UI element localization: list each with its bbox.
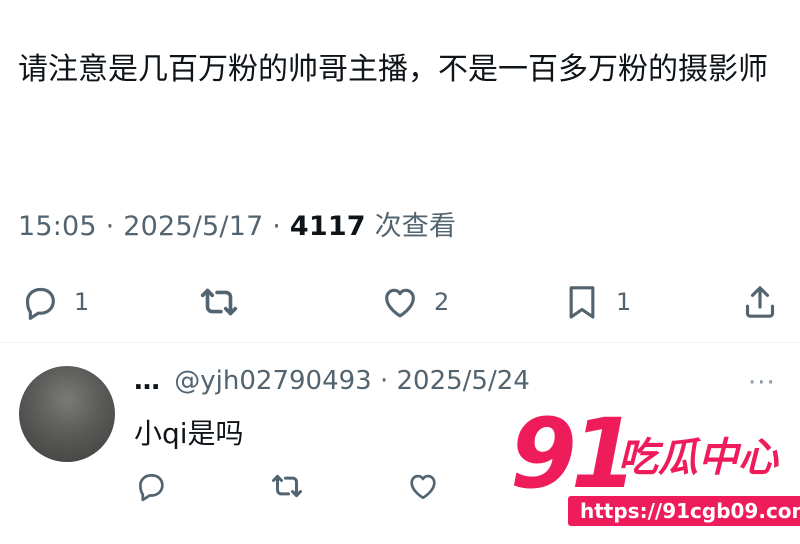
reply-count: 1 (74, 288, 90, 316)
bookmark-button[interactable]: 1 (562, 272, 631, 332)
like-icon (410, 474, 436, 500)
more-options-icon[interactable]: ··· (748, 368, 776, 398)
meta-separator: · (105, 211, 115, 242)
reply-button[interactable]: 1 (20, 272, 89, 332)
reply-header: … @yjh02790493 · 2025/5/24 (134, 366, 530, 396)
share-button[interactable] (740, 272, 780, 332)
share-icon (745, 286, 775, 318)
reply-action-bar (0, 464, 800, 508)
post-meta: 15:05 · 2025/5/17 · 4117 次查看 (18, 204, 456, 243)
repost-button[interactable] (196, 272, 256, 332)
post-date[interactable]: 2025/5/17 (123, 211, 263, 242)
like-count: 2 (434, 288, 450, 316)
meta-separator: · (272, 211, 282, 242)
repost-icon (272, 474, 302, 498)
reply-handle[interactable]: @yjh02790493 (174, 366, 371, 396)
reply-separator: · (379, 366, 389, 396)
reply-reply-button[interactable] (134, 464, 168, 508)
reply-date[interactable]: 2025/5/24 (397, 366, 530, 396)
reply-icon (25, 287, 55, 320)
post-time: 15:05 (18, 211, 97, 242)
view-label: 次查看 (374, 211, 457, 242)
like-icon (385, 288, 415, 318)
like-button[interactable]: 2 (380, 272, 449, 332)
repost-icon (200, 288, 238, 316)
avatar[interactable] (19, 366, 115, 462)
bookmark-icon (569, 286, 595, 319)
reply-repost-button[interactable] (268, 464, 306, 508)
reply-like-button[interactable] (406, 464, 440, 508)
view-count: 4117 (289, 211, 366, 242)
reply-text: 小qi是吗 (134, 417, 244, 450)
post-text: 请注意是几百万粉的帅哥主播，不是一百多万粉的摄影师 (18, 52, 768, 87)
bookmark-count: 1 (616, 288, 632, 316)
reply-icon (139, 474, 164, 502)
post-action-bar: 1 2 1 (0, 272, 800, 332)
reply-display-name[interactable]: … (134, 366, 160, 396)
divider (0, 342, 800, 343)
